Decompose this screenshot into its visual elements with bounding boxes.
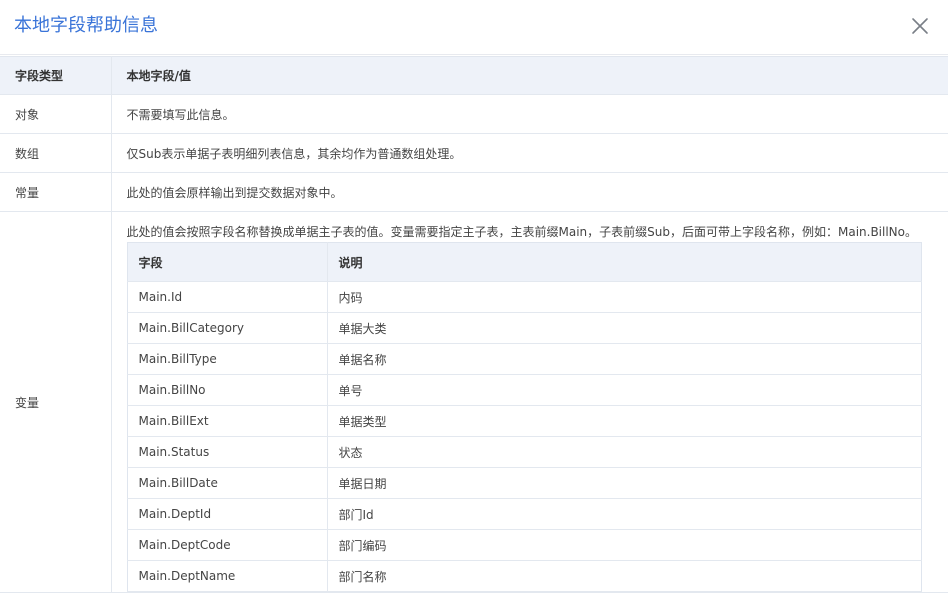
sub-desc: 单据类型 — [327, 405, 921, 437]
dialog-title: 本地字段帮助信息 — [14, 15, 158, 36]
row-type: 常量 — [0, 172, 112, 212]
sub-desc: 单号 — [327, 374, 921, 406]
sub-desc: 状态 — [327, 436, 921, 468]
sub-header-field: 字段 — [127, 242, 328, 282]
sub-table-row: Main.BillDate 单据日期 — [127, 467, 921, 499]
close-button[interactable] — [910, 16, 930, 36]
sub-field: Main.BillExt — [127, 405, 328, 437]
row-type: 对象 — [0, 94, 112, 134]
sub-desc: 单据大类 — [327, 312, 921, 344]
sub-table-row: Main.Id 内码 — [127, 281, 921, 313]
sub-desc: 单据名称 — [327, 343, 921, 375]
row-desc: 此处的值会原样输出到提交数据对象中。 — [111, 172, 948, 212]
sub-table-row: Main.DeptId 部门Id — [127, 498, 921, 530]
sub-desc: 部门编码 — [327, 529, 921, 561]
sub-field: Main.BillCategory — [127, 312, 328, 344]
sub-desc: 单据日期 — [327, 467, 921, 499]
table-row: 对象 不需要填写此信息。 — [0, 94, 948, 134]
variable-cell: 此处的值会按照字段名称替换成单据主子表的值。变量需要指定主子表，主表前缀Main… — [111, 211, 948, 593]
sub-field: Main.Status — [127, 436, 328, 468]
sub-table-row: Main.DeptCode 部门编码 — [127, 529, 921, 561]
table-row-variable: 变量 此处的值会按照字段名称替换成单据主子表的值。变量需要指定主子表，主表前缀M… — [0, 211, 948, 593]
sub-table-row: Main.BillNo 单号 — [127, 374, 921, 406]
row-desc: 不需要填写此信息。 — [111, 94, 948, 134]
sub-desc: 部门名称 — [327, 560, 921, 592]
sub-header-desc: 说明 — [327, 242, 921, 282]
sub-table-row: Main.BillExt 单据类型 — [127, 405, 921, 437]
sub-table-row: Main.Status 状态 — [127, 436, 921, 468]
sub-table-row: Main.BillCategory 单据大类 — [127, 312, 921, 344]
sub-field: Main.BillNo — [127, 374, 328, 406]
row-desc: 仅Sub表示单据子表明细列表信息，其余均作为普通数组处理。 — [111, 133, 948, 173]
row-type: 变量 — [0, 211, 112, 593]
help-dialog: 本地字段帮助信息 字段类型 本地字段/值 对象 不需要填写此信息。 数组 仅Su… — [0, 0, 948, 595]
row-type: 数组 — [0, 133, 112, 173]
close-icon — [912, 18, 928, 34]
sub-field: Main.BillType — [127, 343, 328, 375]
sub-table-row: Main.BillType 单据名称 — [127, 343, 921, 375]
sub-field: Main.DeptId — [127, 498, 328, 530]
table-row: 常量 此处的值会原样输出到提交数据对象中。 — [0, 172, 948, 212]
sub-field: Main.BillDate — [127, 467, 328, 499]
sub-desc: 内码 — [327, 281, 921, 313]
variable-desc: 此处的值会按照字段名称替换成单据主子表的值。变量需要指定主子表，主表前缀Main… — [126, 225, 918, 239]
sub-field: Main.Id — [127, 281, 328, 313]
dialog-header: 本地字段帮助信息 — [0, 0, 948, 55]
table-row: 数组 仅Sub表示单据子表明细列表信息，其余均作为普通数组处理。 — [0, 133, 948, 173]
sub-field: Main.DeptName — [127, 560, 328, 592]
sub-table-row: Main.DeptName 部门名称 — [127, 560, 921, 592]
help-table: 字段类型 本地字段/值 对象 不需要填写此信息。 数组 仅Sub表示单据子表明细… — [0, 56, 948, 593]
header-local-field: 本地字段/值 — [111, 56, 948, 95]
variable-field-table: 字段 说明 Main.Id 内码 Main.BillCategory 单据大类 … — [126, 242, 922, 592]
sub-field: Main.DeptCode — [127, 529, 328, 561]
header-field-type: 字段类型 — [0, 56, 112, 95]
sub-desc: 部门Id — [327, 498, 921, 530]
